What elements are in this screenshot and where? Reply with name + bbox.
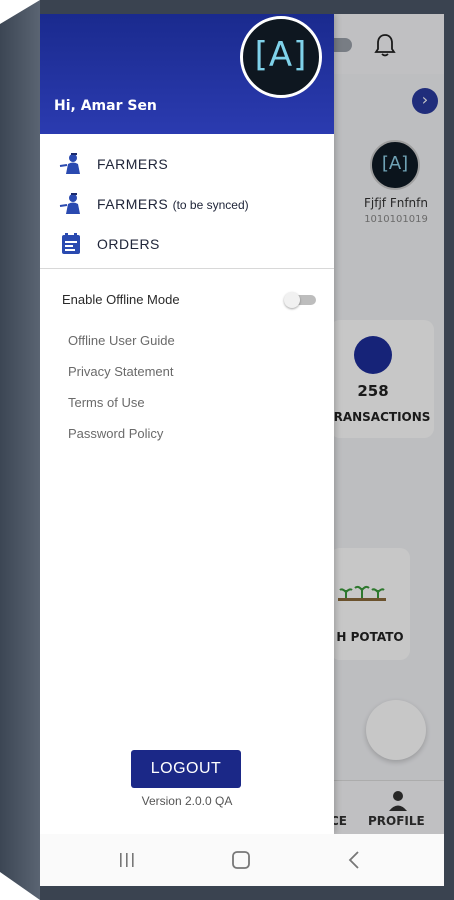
- back-icon[interactable]: [340, 848, 370, 872]
- app-logo: [A]: [240, 16, 322, 98]
- menu-item-farmers-to-sync[interactable]: FARMERS (to be synced): [40, 186, 334, 222]
- frame-right-edge: [444, 0, 454, 900]
- recents-icon[interactable]: [112, 848, 142, 872]
- toggle-knob: [284, 292, 300, 308]
- android-nav-bar: [40, 834, 444, 886]
- drawer-divider: [40, 268, 334, 269]
- home-icon[interactable]: [226, 848, 256, 872]
- menu-label-farmers: FARMERS: [97, 156, 169, 172]
- frame-left-edge: [0, 0, 40, 900]
- drawer-header: [A] Hi, Amar Sen: [40, 14, 334, 134]
- link-offline-user-guide[interactable]: Offline User Guide: [68, 333, 175, 348]
- phone-screen: › [A] Fjfjf Fnfnfn 1010101019 258 RANSAC…: [40, 14, 444, 886]
- farmer-icon: [59, 153, 80, 174]
- menu-label-farmers-main: FARMERS: [97, 196, 169, 212]
- menu-label-sync-suffix: (to be synced): [172, 198, 249, 212]
- frame-bottom-edge: [40, 886, 454, 900]
- version-label: Version 2.0.0 QA: [141, 794, 233, 808]
- link-privacy-statement[interactable]: Privacy Statement: [68, 364, 174, 379]
- navigation-drawer: [A] Hi, Amar Sen FARMERS FARMERS (to be …: [40, 14, 334, 834]
- menu-label-farmers-to-sync: FARMERS (to be synced): [97, 196, 249, 212]
- menu-item-farmers[interactable]: FARMERS: [40, 146, 334, 182]
- menu-item-orders[interactable]: ORDERS: [40, 226, 334, 262]
- menu-label-orders: ORDERS: [97, 236, 160, 252]
- link-password-policy[interactable]: Password Policy: [68, 426, 163, 441]
- link-terms-of-use[interactable]: Terms of Use: [68, 395, 145, 410]
- offline-mode-label: Enable Offline Mode: [62, 292, 180, 307]
- device-frame: › [A] Fjfjf Fnfnfn 1010101019 258 RANSAC…: [0, 0, 454, 900]
- offline-mode-toggle[interactable]: [284, 292, 316, 308]
- logout-button[interactable]: LOGOUT: [131, 750, 241, 788]
- orders-icon: [62, 233, 80, 254]
- farmer-sync-icon: [59, 193, 80, 214]
- frame-top-edge: [40, 0, 454, 14]
- user-greeting: Hi, Amar Sen: [54, 98, 157, 114]
